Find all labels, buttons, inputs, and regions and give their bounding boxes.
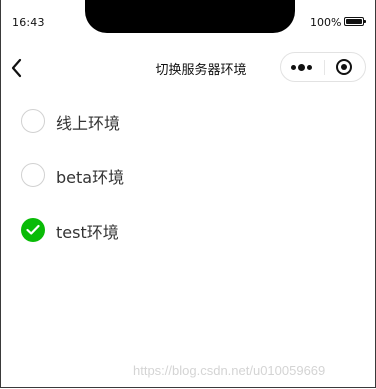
status-bar: 16:43 100%	[1, 0, 375, 34]
more-button[interactable]	[281, 53, 323, 81]
phone-frame: 16:43 100% 切换服务器环境 线上环境 beta环境 test环境 ht…	[0, 0, 376, 388]
mini-program-capsule	[280, 52, 366, 82]
more-dots-icon-right	[307, 65, 312, 70]
more-dots-icon-center	[298, 64, 305, 71]
env-option-online[interactable]: 线上环境	[21, 108, 321, 134]
battery-percent: 100%	[310, 16, 342, 29]
chevron-left-icon	[11, 58, 22, 78]
env-option-test[interactable]: test环境	[21, 217, 321, 243]
env-option-beta[interactable]: beta环境	[21, 162, 321, 188]
status-time: 16:43	[12, 16, 45, 29]
env-option-label: beta环境	[56, 168, 125, 187]
device-notch	[85, 0, 295, 33]
page-title: 切换服务器环境	[155, 63, 247, 78]
radio-unchecked-icon[interactable]	[21, 109, 45, 133]
env-option-label: test环境	[56, 223, 119, 242]
checkmark-icon	[26, 224, 40, 235]
close-mini-program-button[interactable]	[325, 53, 365, 81]
navigation-bar: 切换服务器环境	[1, 44, 375, 92]
watermark-text: https://blog.csdn.net/u010059669	[133, 363, 326, 378]
back-button[interactable]	[5, 54, 31, 82]
radio-checked-icon[interactable]	[21, 218, 45, 242]
battery-icon	[344, 17, 366, 26]
radio-unchecked-icon[interactable]	[21, 163, 45, 187]
more-dots-icon	[291, 65, 296, 70]
target-close-icon-core	[341, 64, 347, 70]
env-option-label: 线上环境	[56, 114, 121, 133]
